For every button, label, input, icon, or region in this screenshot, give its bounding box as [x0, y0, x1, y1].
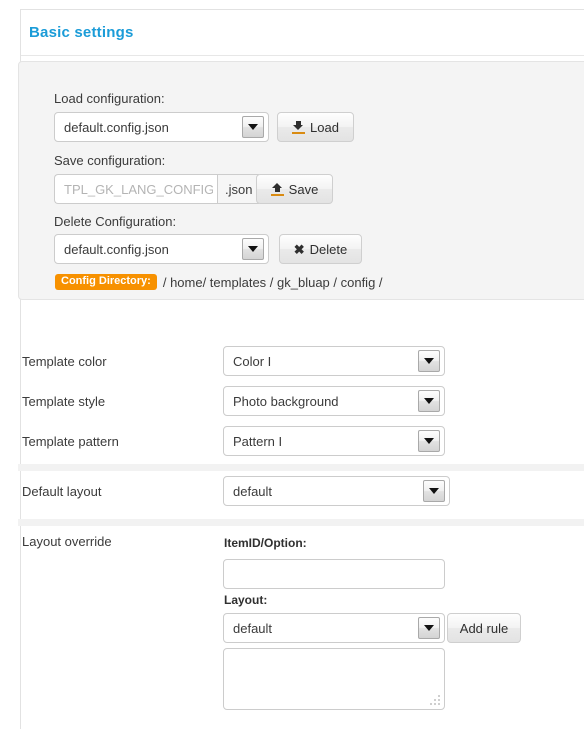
layout-rules-textarea[interactable] — [223, 648, 445, 710]
chevron-down-icon — [242, 238, 264, 260]
save-configuration-label: Save configuration: — [54, 153, 166, 168]
chevron-down-icon — [423, 480, 445, 502]
template-style-select[interactable]: Photo background — [223, 386, 445, 416]
delete-button-label: Delete — [309, 241, 348, 257]
add-rule-button-label: Add rule — [459, 620, 509, 636]
panel-header: Basic settings — [21, 10, 584, 56]
template-color-select[interactable]: Color I — [223, 346, 445, 376]
itemid-option-input[interactable] — [223, 559, 445, 589]
add-rule-button[interactable]: Add rule — [447, 613, 521, 643]
template-pattern-label: Template pattern — [22, 434, 119, 449]
template-pattern-select[interactable]: Pattern I — [223, 426, 445, 456]
save-configuration-group: .json — [54, 174, 260, 204]
layout-label: Layout: — [224, 593, 268, 607]
upload-icon — [270, 182, 284, 196]
chevron-down-icon — [418, 617, 440, 639]
config-directory-row: Config Directory: / home/ templates / gk… — [55, 274, 383, 290]
chevron-down-icon — [418, 390, 440, 412]
layout-override-select[interactable]: default — [223, 613, 445, 643]
save-configuration-extension: .json — [217, 174, 260, 204]
delete-configuration-value: default.config.json — [64, 241, 169, 257]
template-style-value: Photo background — [233, 393, 339, 409]
layout-override-value: default — [233, 620, 273, 636]
delete-button[interactable]: ✖ Delete — [279, 234, 362, 264]
chevron-down-icon — [418, 430, 440, 452]
load-configuration-value: default.config.json — [64, 119, 169, 135]
page-title: Basic settings — [29, 24, 134, 41]
config-directory-path: / home/ templates / gk_bluap / config / — [162, 274, 383, 290]
default-layout-label: Default layout — [22, 484, 102, 499]
chevron-down-icon — [242, 116, 264, 138]
load-configuration-select[interactable]: default.config.json — [54, 112, 269, 142]
cross-icon: ✖ — [293, 241, 305, 257]
delete-configuration-label: Delete Configuration: — [54, 214, 177, 229]
delete-configuration-select[interactable]: default.config.json — [54, 234, 269, 264]
load-button[interactable]: Load — [277, 112, 354, 142]
template-color-value: Color I — [233, 353, 272, 369]
layout-override-label: Layout override — [22, 534, 112, 549]
template-pattern-value: Pattern I — [233, 433, 283, 449]
template-style-label: Template style — [22, 394, 106, 409]
section-divider — [18, 464, 584, 471]
download-icon — [292, 120, 306, 134]
load-button-label: Load — [310, 119, 339, 135]
save-configuration-input[interactable] — [54, 174, 217, 204]
save-button-label: Save — [288, 181, 319, 197]
template-color-label: Template color — [22, 354, 107, 369]
chevron-down-icon — [418, 350, 440, 372]
itemid-option-label: ItemID/Option: — [224, 536, 307, 550]
load-configuration-label: Load configuration: — [54, 91, 165, 106]
default-layout-select[interactable]: default — [223, 476, 450, 506]
save-button[interactable]: Save — [256, 174, 333, 204]
default-layout-value: default — [233, 483, 273, 499]
config-directory-badge: Config Directory: — [55, 274, 157, 290]
section-divider — [18, 519, 584, 526]
